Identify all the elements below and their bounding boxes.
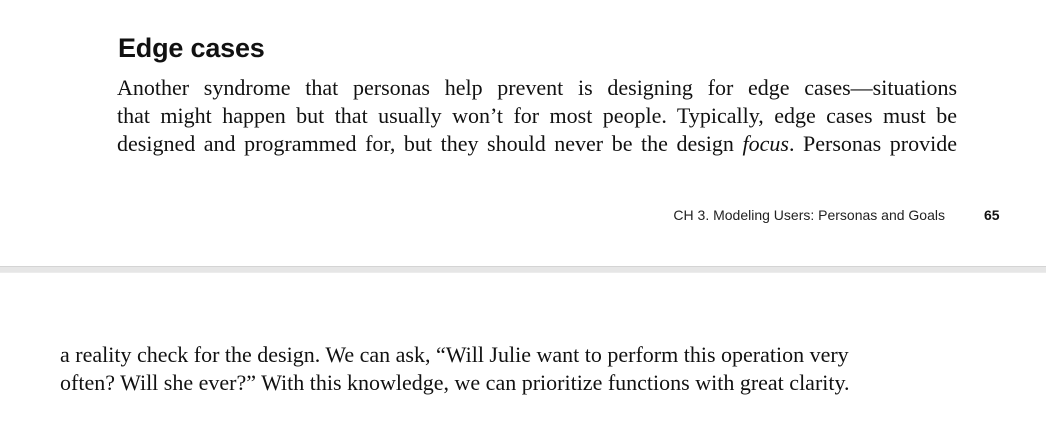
section-heading: Edge cases: [118, 33, 265, 63]
body-paragraph-continued: a reality check for the design. We can a…: [60, 341, 900, 397]
page-65: Edge cases Another syndrome that persona…: [0, 0, 1046, 266]
text-line-3: designed and programmed for, but they sh…: [117, 130, 957, 158]
text-line-3-end: . Personas provide: [788, 131, 958, 156]
text-line-1: Another syndrome that personas help prev…: [117, 75, 957, 100]
running-footer: CH 3. Modeling Users: Personas and Goals: [673, 207, 945, 223]
text-line-2: that might happen but that usually won’t…: [117, 103, 957, 128]
text-line-4: a reality check for the design. We can a…: [60, 342, 849, 367]
document-viewer[interactable]: Edge cases Another syndrome that persona…: [0, 0, 1046, 442]
emphasis-focus: focus: [742, 131, 789, 156]
page-divider: [0, 266, 1046, 273]
body-paragraph: Another syndrome that personas help prev…: [117, 74, 957, 158]
page-66: a reality check for the design. We can a…: [0, 273, 1046, 442]
page-number: 65: [984, 207, 1000, 223]
text-line-3-start: designed and programmed for, but they sh…: [117, 131, 743, 156]
text-line-5: often? Will she ever?” With this knowled…: [60, 370, 850, 395]
